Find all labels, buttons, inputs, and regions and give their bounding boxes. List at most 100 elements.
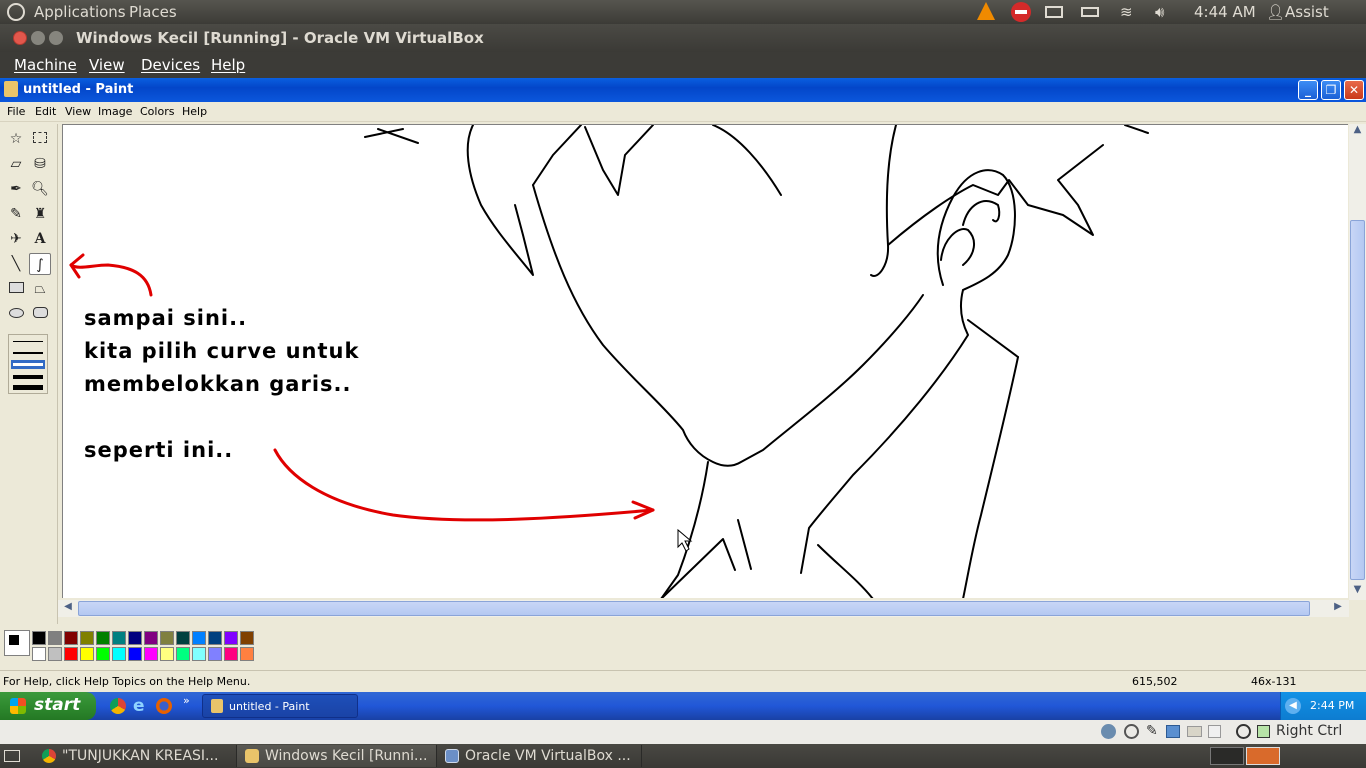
text-tool-icon[interactable]: A xyxy=(29,228,51,250)
color-swatch[interactable] xyxy=(80,631,94,645)
vt-icon[interactable] xyxy=(1236,724,1251,739)
vertical-scrollbar[interactable]: ▲ ▼ xyxy=(1349,124,1366,600)
color-picker-icon[interactable]: ✒ xyxy=(5,178,27,200)
paint-menu-file[interactable]: File xyxy=(7,105,25,118)
minimize-icon[interactable]: _ xyxy=(1298,80,1318,100)
taskbar-item-paint[interactable]: untitled - Paint xyxy=(202,694,358,718)
cd-icon[interactable] xyxy=(1124,724,1139,739)
chrome-icon[interactable] xyxy=(110,698,126,714)
color-swatch[interactable] xyxy=(224,631,238,645)
workspace-1[interactable] xyxy=(1210,747,1244,765)
eraser-icon[interactable]: ▱ xyxy=(5,153,27,175)
color-swatch[interactable] xyxy=(160,647,174,661)
color-swatch[interactable] xyxy=(208,647,222,661)
scroll-up-icon[interactable]: ▲ xyxy=(1350,124,1365,140)
menu-view[interactable]: View xyxy=(89,56,125,74)
color-swatch[interactable] xyxy=(64,631,78,645)
color-swatch[interactable] xyxy=(112,631,126,645)
shared-folder-icon[interactable] xyxy=(1187,726,1202,737)
volume-icon[interactable]: 🔊︎ xyxy=(1155,3,1164,21)
clock[interactable]: 4:44 AM xyxy=(1194,3,1256,21)
color-swatch[interactable] xyxy=(240,647,254,661)
restore-icon[interactable]: ❐ xyxy=(1321,80,1341,100)
close-icon[interactable] xyxy=(13,31,27,45)
paint-menu-edit[interactable]: Edit xyxy=(35,105,56,118)
scroll-left-icon[interactable]: ◀ xyxy=(60,601,76,616)
color-swatch[interactable] xyxy=(192,631,206,645)
color-swatch[interactable] xyxy=(224,647,238,661)
network-icon[interactable] xyxy=(1166,725,1180,738)
pencil-icon[interactable]: ✎ xyxy=(5,203,27,225)
taskbar-item-virtualbox[interactable]: Oracle VM VirtualBox ... xyxy=(437,745,642,767)
workspace-2[interactable] xyxy=(1246,747,1280,765)
rect-select-icon[interactable] xyxy=(29,128,51,150)
paint-menu-view[interactable]: View xyxy=(65,105,91,118)
usb-icon[interactable]: ✎ xyxy=(1146,723,1158,739)
display-icon[interactable] xyxy=(1208,725,1221,738)
start-button[interactable]: start xyxy=(0,692,96,720)
color-swatch[interactable] xyxy=(144,631,158,645)
color-swatch[interactable] xyxy=(128,631,142,645)
menu-machine[interactable]: Machine xyxy=(14,56,77,74)
xp-clock[interactable]: 2:44 PM xyxy=(1310,699,1354,712)
paint-menu-image[interactable]: Image xyxy=(98,105,132,118)
mail-icon[interactable] xyxy=(1045,6,1063,18)
color-swatch[interactable] xyxy=(96,647,110,661)
color-swatch[interactable] xyxy=(48,647,62,661)
taskbar-item-windows-kecil[interactable]: Windows Kecil [Runni... xyxy=(237,745,437,767)
scroll-down-icon[interactable]: ▼ xyxy=(1350,584,1365,600)
rectangle-tool-icon[interactable] xyxy=(5,278,27,300)
color-swatch[interactable] xyxy=(64,647,78,661)
places-menu[interactable]: Places xyxy=(129,3,177,21)
color-swatch[interactable] xyxy=(112,647,126,661)
scroll-thumb[interactable] xyxy=(1350,220,1365,580)
close-icon[interactable]: ✕ xyxy=(1344,80,1364,100)
menu-devices[interactable]: Devices xyxy=(141,56,200,74)
more-icon[interactable]: » xyxy=(183,694,190,707)
color-swatch[interactable] xyxy=(48,631,62,645)
vlc-icon[interactable] xyxy=(977,2,995,20)
show-desktop-icon[interactable] xyxy=(4,750,20,762)
rounded-rect-tool-icon[interactable] xyxy=(29,303,51,325)
current-colors[interactable] xyxy=(4,630,30,656)
paint-menu-help[interactable]: Help xyxy=(182,105,207,118)
scroll-right-icon[interactable]: ▶ xyxy=(1330,601,1346,616)
scroll-thumb[interactable] xyxy=(78,601,1310,616)
color-swatch[interactable] xyxy=(32,647,46,661)
ie-icon[interactable]: e xyxy=(133,696,145,716)
color-swatch[interactable] xyxy=(32,631,46,645)
color-swatch[interactable] xyxy=(128,647,142,661)
wifi-icon[interactable]: ≋ xyxy=(1120,3,1133,21)
color-swatch[interactable] xyxy=(176,647,190,661)
color-swatch[interactable] xyxy=(208,631,222,645)
color-swatch[interactable] xyxy=(192,647,206,661)
magnifier-icon[interactable]: 🔍︎ xyxy=(29,178,51,200)
polygon-tool-icon[interactable]: ⏢ xyxy=(29,278,51,300)
ellipse-tool-icon[interactable] xyxy=(5,303,27,325)
battery-icon[interactable] xyxy=(1081,7,1099,17)
fill-bucket-icon[interactable]: ⛁ xyxy=(29,153,51,175)
menu-help[interactable]: Help xyxy=(211,56,245,74)
minimize-icon[interactable] xyxy=(31,31,45,45)
applications-menu[interactable]: Applications xyxy=(34,3,126,21)
horizontal-scrollbar[interactable]: ◀ ▶ xyxy=(58,600,1349,617)
ubuntu-logo-icon[interactable] xyxy=(7,3,25,21)
line-width-selector[interactable] xyxy=(8,334,48,394)
color-swatch[interactable] xyxy=(144,647,158,661)
drawing-canvas[interactable]: sampai sini.. kita pilih curve untuk mem… xyxy=(62,124,1348,598)
line-tool-icon[interactable]: ╲ xyxy=(5,253,27,275)
color-swatch[interactable] xyxy=(240,631,254,645)
hdd-icon[interactable] xyxy=(1101,724,1116,739)
taskbar-item-chrome[interactable]: "TUNJUKKAN KREASI... xyxy=(34,745,237,767)
curve-tool-icon[interactable]: ∫ xyxy=(29,253,51,275)
no-entry-icon[interactable] xyxy=(1011,2,1031,22)
tray-expand-icon[interactable]: ◀ xyxy=(1285,698,1301,714)
color-swatch[interactable] xyxy=(80,647,94,661)
paint-menu-colors[interactable]: Colors xyxy=(140,105,174,118)
color-swatch[interactable] xyxy=(160,631,174,645)
airbrush-icon[interactable]: ✈ xyxy=(5,228,27,250)
user-name[interactable]: Assist xyxy=(1285,3,1329,21)
color-swatch[interactable] xyxy=(96,631,110,645)
mouse-integration-icon[interactable] xyxy=(1257,725,1270,738)
free-select-icon[interactable]: ☆ xyxy=(5,128,27,150)
